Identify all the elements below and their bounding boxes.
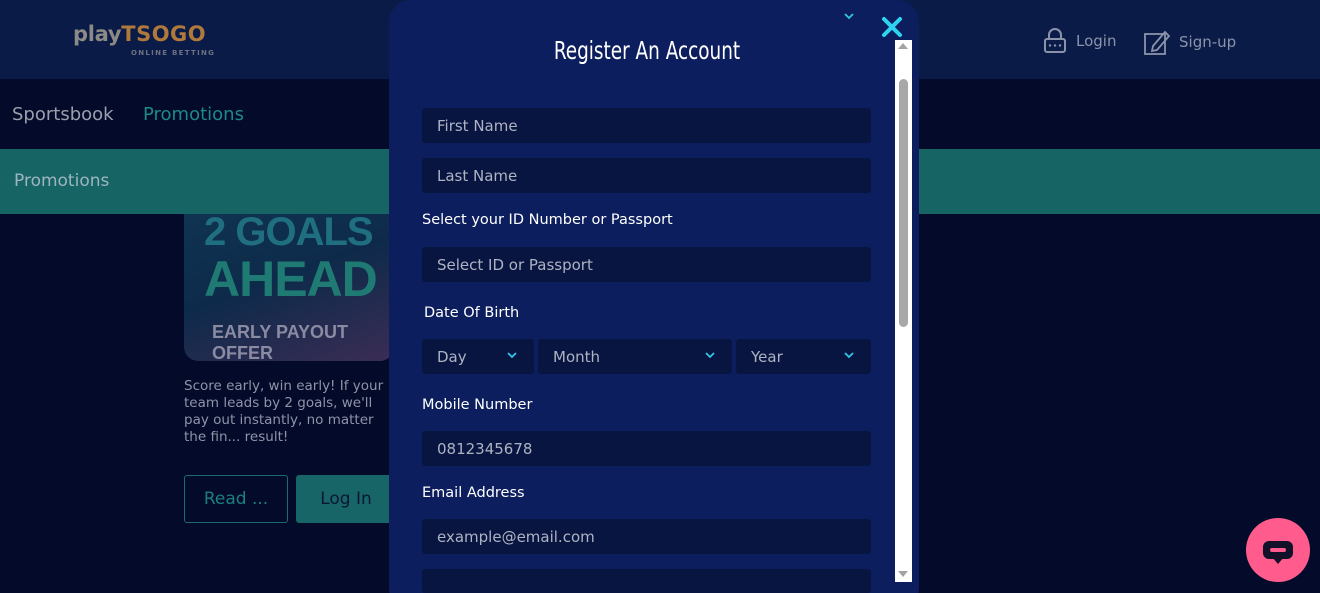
nav-promotions[interactable]: Promotions [143, 104, 244, 125]
id-type-select[interactable]: Select ID or Passport [422, 13, 871, 282]
id-type-value: Select ID or Passport [437, 255, 593, 274]
dob-month-value: Month [553, 347, 601, 366]
chevron-down-icon [844, 352, 854, 359]
chevron-down-icon [844, 13, 854, 20]
next-field-partial[interactable] [422, 569, 871, 593]
chat-bubble-icon [1263, 541, 1293, 564]
id-label: Select your ID Number or Passport [422, 212, 673, 228]
playtsogo-logo[interactable]: playTSOGO ONLINE BETTING [73, 22, 214, 57]
promo-image[interactable]: 2 GOALS AHEAD EARLY PAYOUT OFFER [184, 214, 394, 361]
promo-image-offer: EARLY PAYOUT OFFER [212, 322, 349, 361]
banner-title: Promotions [14, 171, 110, 191]
last-name-input[interactable] [437, 158, 871, 193]
first-name-field[interactable] [422, 108, 871, 143]
dob-month-select[interactable]: Month [538, 339, 732, 374]
register-modal [389, 0, 919, 593]
email-input[interactable] [437, 519, 871, 554]
scrollbar-thumb[interactable] [899, 79, 908, 327]
email-label: Email Address [422, 485, 525, 501]
login-button[interactable]: Login [1042, 28, 1116, 54]
promo-description: Score early, win early! If your team lea… [184, 378, 384, 445]
promo-image-line2: AHEAD [204, 251, 378, 307]
scroll-up-arrow-icon[interactable] [898, 43, 908, 49]
logo-play-text: play [73, 22, 122, 46]
first-name-input[interactable] [437, 108, 871, 143]
close-icon[interactable] [881, 16, 903, 38]
dob-day-value: Day [437, 347, 467, 366]
edit-icon [1144, 30, 1171, 55]
modal-title: Register An Account [553, 36, 741, 65]
promo-login-button[interactable]: Log In [296, 475, 396, 523]
mobile-input[interactable] [437, 431, 871, 466]
chevron-down-icon [705, 352, 715, 359]
promo-image-line1: 2 GOALS [204, 214, 374, 254]
mobile-label: Mobile Number [422, 397, 533, 413]
chat-button[interactable] [1246, 518, 1310, 582]
login-label: Login [1076, 32, 1117, 50]
lock-icon [1044, 28, 1066, 53]
logo-subtitle: ONLINE BETTING [131, 49, 216, 57]
dob-day-select[interactable]: Day [422, 339, 534, 374]
signup-button[interactable]: Sign-up [1143, 28, 1236, 56]
email-field[interactable] [422, 519, 871, 554]
nav-sportsbook[interactable]: Sportsbook [12, 104, 114, 125]
chevron-down-icon [507, 352, 517, 359]
signup-label: Sign-up [1179, 33, 1237, 51]
dob-label: Date Of Birth [424, 305, 520, 321]
mobile-field[interactable] [422, 431, 871, 466]
scroll-down-arrow-icon[interactable] [898, 571, 908, 577]
read-more-button[interactable]: Read ... [184, 475, 288, 523]
logo-tsogo-text: TSOGO [121, 22, 207, 46]
last-name-field[interactable] [422, 158, 871, 193]
dob-year-value: Year [751, 347, 783, 366]
